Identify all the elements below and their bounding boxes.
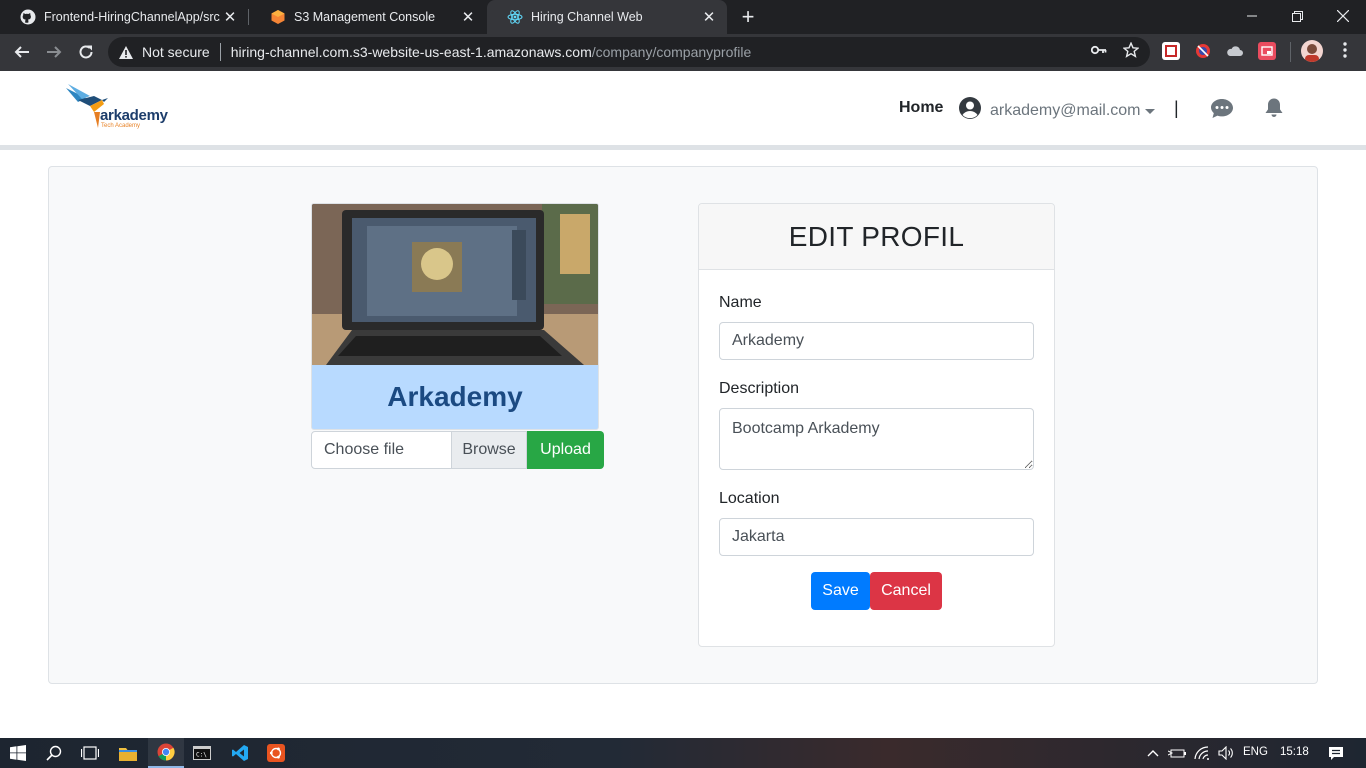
react-icon xyxy=(507,9,523,25)
cancel-button[interactable]: Cancel xyxy=(870,572,942,610)
nav-separator: | xyxy=(1174,98,1179,118)
more-menu-icon[interactable] xyxy=(1336,41,1354,59)
browser-tab-bar: Frontend-HiringChannelApp/src/ ✕ S3 Mana… xyxy=(0,0,1366,34)
close-tab-icon[interactable]: ✕ xyxy=(458,7,478,27)
wifi-icon[interactable] xyxy=(1190,738,1214,768)
location-label: Location xyxy=(719,490,780,507)
extension-cloud-icon[interactable] xyxy=(1226,42,1244,60)
user-circle-icon xyxy=(958,96,982,125)
address-bar[interactable]: Not secure hiring-channel.com.s3-website… xyxy=(108,37,1150,67)
restore-icon[interactable] xyxy=(1274,0,1320,32)
warning-icon[interactable] xyxy=(118,45,136,60)
arkademy-logo[interactable]: arkademy Tech Academy xyxy=(64,82,174,132)
bookmark-star-icon[interactable] xyxy=(1122,41,1140,59)
logo-tagline: Tech Academy xyxy=(101,123,141,129)
nav-home-link[interactable]: Home xyxy=(899,99,943,117)
back-icon[interactable] xyxy=(8,38,36,66)
key-icon[interactable] xyxy=(1090,41,1108,59)
windows-start-icon[interactable] xyxy=(0,738,36,768)
tab-hiring-channel[interactable]: Hiring Channel Web ✕ xyxy=(487,0,727,34)
toolbar-divider xyxy=(1290,42,1291,62)
clock[interactable]: 15:18 xyxy=(1280,746,1309,758)
location-field[interactable] xyxy=(719,518,1034,556)
battery-icon[interactable] xyxy=(1166,738,1188,768)
description-field[interactable]: Bootcamp Arkademy xyxy=(719,408,1034,470)
edit-profile-card: EDIT PROFIL Name Description Bootcamp Ar… xyxy=(698,203,1055,647)
windows-taskbar: C:\ ENG 15:18 xyxy=(0,738,1366,768)
user-email: arkademy@mail.com xyxy=(990,101,1141,119)
file-upload-group: Choose file Browse Upload xyxy=(311,431,604,469)
chevron-down-icon xyxy=(1144,108,1155,114)
description-label: Description xyxy=(719,380,800,397)
close-tab-icon[interactable]: ✕ xyxy=(699,7,719,27)
tab-divider xyxy=(248,9,249,25)
header-divider xyxy=(0,145,1366,150)
edit-profile-title: EDIT PROFIL xyxy=(699,204,1054,270)
upload-button[interactable]: Upload xyxy=(527,431,604,469)
browse-button[interactable]: Browse xyxy=(452,431,527,469)
close-tab-icon[interactable]: ✕ xyxy=(220,7,240,27)
forward-icon[interactable] xyxy=(40,38,68,66)
tab-title: Hiring Channel Web xyxy=(531,10,643,24)
ubuntu-icon[interactable] xyxy=(258,738,294,768)
profile-container xyxy=(48,166,1318,684)
task-view-icon[interactable] xyxy=(72,738,108,768)
vscode-icon[interactable] xyxy=(222,738,258,768)
profile-avatar[interactable] xyxy=(1301,40,1323,62)
security-label[interactable]: Not secure xyxy=(142,44,210,60)
language-indicator[interactable]: ENG xyxy=(1243,746,1268,758)
omnibox-divider xyxy=(219,43,221,61)
github-icon xyxy=(20,9,36,25)
minimize-icon[interactable] xyxy=(1229,0,1275,32)
reload-icon[interactable] xyxy=(72,38,100,66)
tab-s3[interactable]: S3 Management Console ✕ xyxy=(250,0,486,34)
file-input[interactable]: Choose file xyxy=(311,431,452,469)
chevron-up-icon[interactable] xyxy=(1142,738,1164,768)
user-dropdown[interactable]: arkademy@mail.com xyxy=(958,96,1155,125)
save-button[interactable]: Save xyxy=(811,572,870,610)
extension-cast-icon[interactable] xyxy=(1258,42,1276,60)
close-window-icon[interactable] xyxy=(1320,0,1366,32)
svg-text:C:\: C:\ xyxy=(196,752,207,759)
search-icon[interactable] xyxy=(36,738,72,768)
chat-icon[interactable] xyxy=(1209,96,1235,120)
aws-icon xyxy=(270,9,286,25)
chrome-icon[interactable] xyxy=(148,738,184,768)
bell-icon[interactable] xyxy=(1261,96,1287,120)
url-host: hiring-channel.com.s3-website-us-east-1.… xyxy=(230,44,592,60)
url-path: /company/companyprofile xyxy=(591,44,752,60)
company-profile-card: Arkademy xyxy=(311,203,599,430)
logo-brand-text: arkademy xyxy=(100,107,168,124)
browser-toolbar: Not secure hiring-channel.com.s3-website… xyxy=(0,34,1366,71)
volume-icon[interactable] xyxy=(1214,738,1238,768)
company-photo xyxy=(312,204,598,365)
company-name: Arkademy xyxy=(387,381,523,412)
extension-pocket-icon[interactable] xyxy=(1162,42,1180,60)
name-field[interactable] xyxy=(719,322,1034,360)
extension-block-icon[interactable] xyxy=(1194,42,1212,60)
tab-github[interactable]: Frontend-HiringChannelApp/src/ ✕ xyxy=(0,0,248,34)
tab-title: S3 Management Console xyxy=(294,10,436,24)
file-explorer-icon[interactable] xyxy=(110,738,146,768)
new-tab-icon[interactable]: + xyxy=(736,4,760,29)
site-header xyxy=(0,71,1366,146)
terminal-icon[interactable]: C:\ xyxy=(184,738,220,768)
name-label: Name xyxy=(719,294,762,311)
tab-title: Frontend-HiringChannelApp/src/ xyxy=(44,10,220,24)
notification-center-icon[interactable] xyxy=(1318,738,1354,768)
